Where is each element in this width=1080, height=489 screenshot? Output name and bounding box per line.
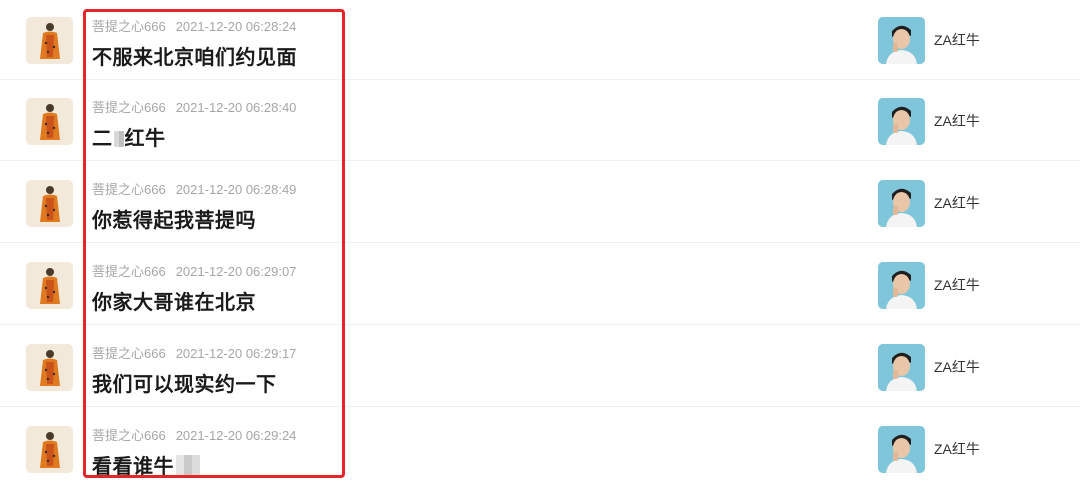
receiver-avatar[interactable] [878,344,925,391]
message-text-before: 看看谁牛 [92,456,174,478]
receiver-name: ZA红牛 [934,113,980,129]
receiver-name: ZA红牛 [934,277,980,293]
monk-figure-icon [26,262,73,309]
message-meta: 菩提之心666 2021-12-20 06:28:49 [92,179,296,198]
message-text: 不服来北京咱们约见面 [92,47,297,69]
receiver-avatar[interactable] [878,426,925,473]
message-text: 你惹得起我菩提吗 [92,210,256,232]
sender-name: 菩提之心666 [92,182,166,197]
message-text: 看看谁牛 [92,450,200,479]
list-item[interactable]: 菩提之心666 2021-12-20 06:28:40 二红牛 ZA红牛 [0,81,1080,161]
list-item[interactable]: 菩提之心666 2021-12-20 06:28:24 不服来北京咱们约见面 ZA… [0,0,1080,80]
message-text: 二红牛 [92,122,166,151]
message-meta: 菩提之心666 2021-12-20 06:29:17 [92,343,296,362]
person-photo-icon [878,344,925,391]
message-meta: 菩提之心666 2021-12-20 06:29:24 [92,425,296,444]
receiver-name: ZA红牛 [934,195,980,211]
sender-avatar[interactable] [26,98,73,145]
sender-name: 菩提之心666 [92,428,166,443]
receiver-avatar[interactable] [878,98,925,145]
receiver-avatar[interactable] [878,17,925,64]
message-text: 我们可以现实约一下 [92,374,277,396]
message-timestamp: 2021-12-20 06:28:40 [175,100,297,115]
receiver-avatar[interactable] [878,180,925,227]
person-photo-icon [878,262,925,309]
person-photo-icon [878,180,925,227]
sender-name: 菩提之心666 [92,264,166,279]
message-timestamp: 2021-12-20 06:29:24 [175,428,297,443]
message-list: 菩提之心666 2021-12-20 06:28:24 不服来北京咱们约见面 ZA… [0,0,1080,483]
message-timestamp: 2021-12-20 06:29:07 [175,264,297,279]
sender-name: 菩提之心666 [92,19,166,34]
sender-avatar[interactable] [26,426,73,473]
list-item[interactable]: 菩提之心666 2021-12-20 06:29:17 我们可以现实约一下 ZA红… [0,327,1080,407]
redacted-mosaic [113,131,124,147]
message-timestamp: 2021-12-20 06:28:24 [175,19,297,34]
list-item[interactable]: 菩提之心666 2021-12-20 06:28:49 你惹得起我菩提吗 ZA红牛 [0,163,1080,243]
sender-avatar[interactable] [26,180,73,227]
person-photo-icon [878,98,925,145]
message-meta: 菩提之心666 2021-12-20 06:28:24 [92,16,296,35]
sender-name: 菩提之心666 [92,346,166,361]
message-timestamp: 2021-12-20 06:28:49 [175,182,297,197]
sender-avatar[interactable] [26,262,73,309]
message-meta: 菩提之心666 2021-12-20 06:29:07 [92,261,296,280]
message-meta: 菩提之心666 2021-12-20 06:28:40 [92,97,296,116]
receiver-avatar[interactable] [878,262,925,309]
monk-figure-icon [26,98,73,145]
list-item[interactable]: 菩提之心666 2021-12-20 06:29:24 看看谁牛 ZA红牛 [0,409,1080,489]
message-timestamp: 2021-12-20 06:29:17 [175,346,297,361]
person-photo-icon [878,426,925,473]
message-text: 你家大哥谁在北京 [92,292,256,314]
list-item[interactable]: 菩提之心666 2021-12-20 06:29:07 你家大哥谁在北京 ZA红牛 [0,245,1080,325]
receiver-name: ZA红牛 [934,441,980,457]
monk-figure-icon [26,180,73,227]
sender-name: 菩提之心666 [92,100,166,115]
monk-figure-icon [26,344,73,391]
monk-figure-icon [26,17,73,64]
receiver-name: ZA红牛 [934,359,980,375]
message-text-after: 红牛 [124,128,166,150]
sender-avatar[interactable] [26,344,73,391]
message-text-before: 二 [92,128,113,150]
sender-avatar[interactable] [26,17,73,64]
monk-figure-icon [26,426,73,473]
redacted-mosaic [176,455,200,475]
receiver-name: ZA红牛 [934,32,980,48]
person-photo-icon [878,17,925,64]
